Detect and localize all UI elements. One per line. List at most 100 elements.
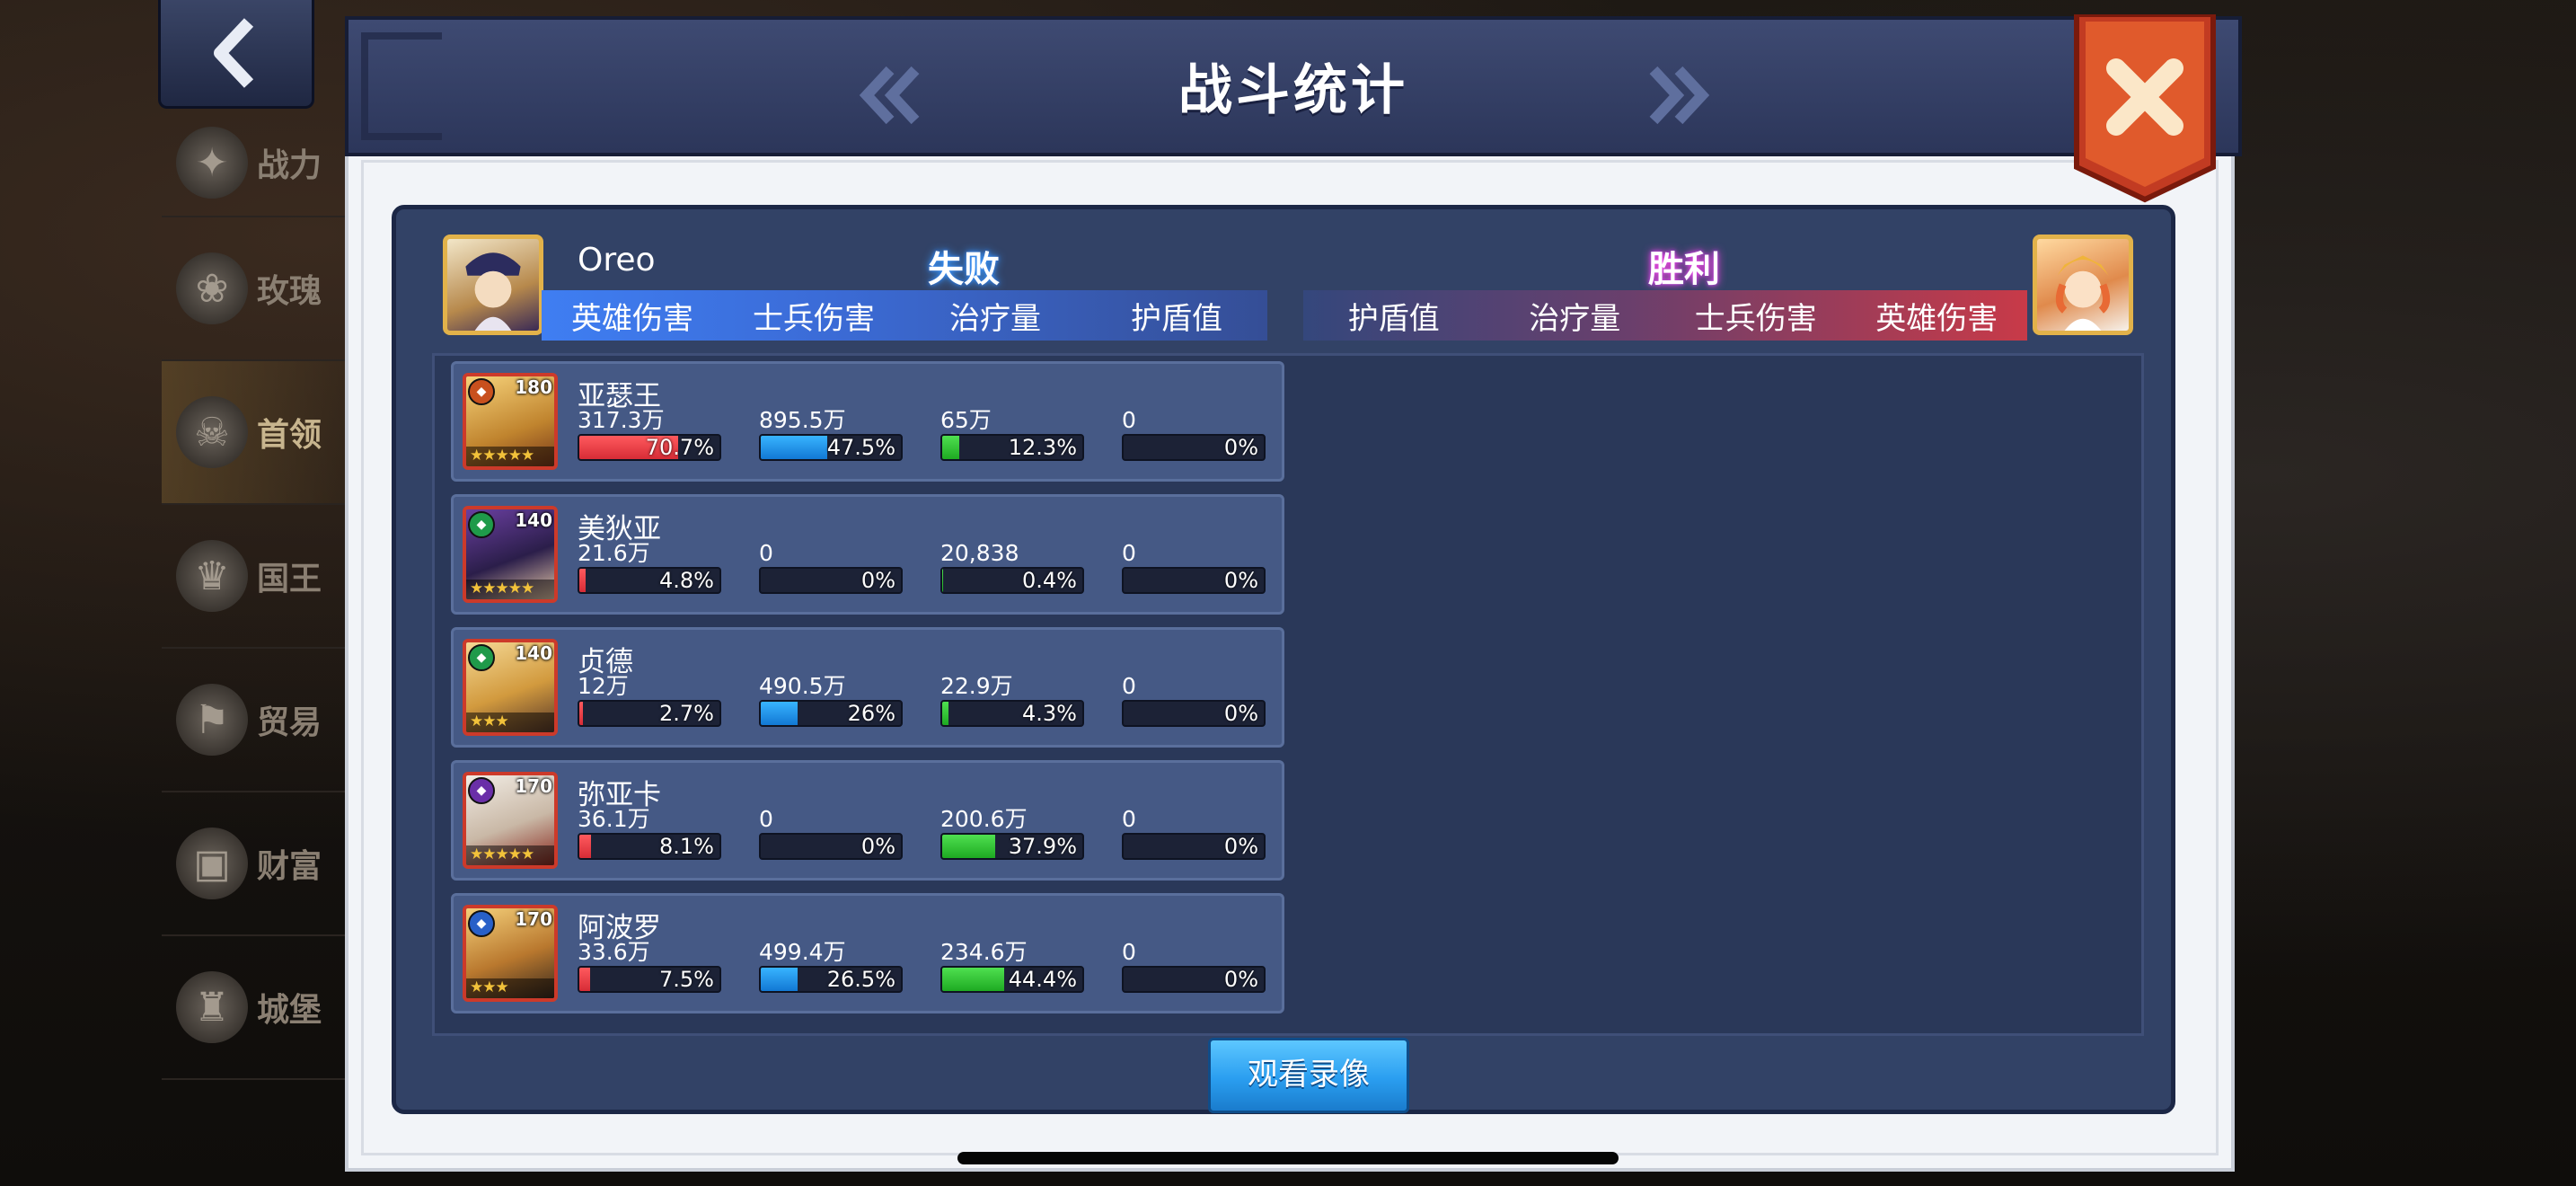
- stat-hero-damage: 21.6万 4.8%: [578, 540, 721, 594]
- stat-bar-fill: [761, 968, 798, 991]
- stat-bar-fill: [579, 569, 587, 592]
- stat-value: 20,838: [940, 540, 1019, 566]
- hero-portrait[interactable]: ◆ 140 ★★★★★: [463, 506, 558, 603]
- watch-replay-button[interactable]: 观看录像: [1208, 1038, 1409, 1113]
- stat-percent: 0%: [1223, 435, 1258, 460]
- hero-level: 140: [515, 509, 552, 531]
- stat-bar-fill: [942, 968, 1005, 991]
- hero-level: 140: [515, 642, 552, 664]
- stat-bar: 0%: [1122, 700, 1266, 727]
- stat-percent: 0.4%: [1022, 568, 1077, 593]
- stat-hero-damage: 36.1万 8.1%: [578, 806, 721, 860]
- star-rating: ★★★★★: [466, 447, 554, 466]
- star-rating: ★★★: [466, 712, 554, 732]
- stat-value: 895.5万: [759, 407, 846, 433]
- stat-troop-damage: 490.5万 26%: [759, 673, 903, 727]
- side-item-rose[interactable]: ❀ 玫瑰: [162, 217, 359, 361]
- hero-portrait[interactable]: ◆ 140 ★★★: [463, 639, 558, 736]
- stat-value: 0: [1122, 407, 1136, 433]
- hero-stats-list: ◆ 180 ★★★★★ 亚瑟王 317.3万 70.7% 895.5万 47.5…: [432, 353, 2144, 1036]
- faction-icon: ◆: [468, 910, 495, 937]
- stat-bar: 12.3%: [940, 434, 1084, 461]
- hero-portrait[interactable]: ◆ 170 ★★★: [463, 905, 558, 1002]
- hero-row[interactable]: ◆ 180 ★★★★★ 亚瑟王 317.3万 70.7% 895.5万 47.5…: [451, 361, 1284, 482]
- stat-bar-fill: [761, 702, 798, 725]
- side-item-boss[interactable]: ☠ 首领: [162, 361, 359, 505]
- stat-bar-fill: [942, 436, 960, 459]
- col-healing: 治疗量: [1529, 300, 1621, 337]
- stat-bar-fill: [761, 436, 828, 459]
- dialog-header: 战斗统计: [345, 16, 2242, 156]
- side-item-power[interactable]: ✦ 战力: [162, 110, 359, 217]
- stat-troop-damage: 0 0%: [759, 806, 903, 860]
- side-item-label: 首领: [257, 417, 322, 454]
- player-avatar-right[interactable]: [2033, 235, 2133, 335]
- stat-bar: 0%: [759, 567, 903, 594]
- stat-bar: 0%: [1122, 966, 1266, 993]
- stat-bar: 0%: [1122, 434, 1266, 461]
- side-item-castle[interactable]: ♜ 城堡: [162, 936, 359, 1080]
- hero-level: 180: [515, 376, 552, 398]
- stat-percent: 8.1%: [659, 834, 714, 859]
- hero-row[interactable]: ◆ 140 ★★★★★ 美狄亚 21.6万 4.8% 0 0% 20,838 0…: [451, 494, 1284, 615]
- stat-bar-fill: [579, 702, 584, 725]
- stat-value: 490.5万: [759, 673, 846, 699]
- back-button[interactable]: [158, 0, 314, 109]
- stat-bar: 47.5%: [759, 434, 903, 461]
- stat-shield: 0 0%: [1122, 673, 1266, 727]
- close-button[interactable]: [2073, 12, 2217, 203]
- side-item-wealth[interactable]: ▣ 财富: [162, 792, 359, 936]
- hero-row[interactable]: ◆ 140 ★★★ 贞德 12万 2.7% 490.5万 26% 22.9万 4…: [451, 627, 1284, 748]
- previous-button[interactable]: [850, 59, 931, 131]
- double-chevron-right-icon: [1649, 66, 1710, 125]
- player-portrait-icon: [465, 252, 521, 331]
- stat-value: 0: [1122, 673, 1136, 699]
- stat-bar: 0.4%: [940, 567, 1084, 594]
- stat-value: 22.9万: [940, 673, 1013, 699]
- player-avatar-left[interactable]: [443, 235, 543, 335]
- side-item-trade[interactable]: ⚑ 贸易: [162, 649, 359, 792]
- stat-percent: 44.4%: [1008, 967, 1077, 992]
- stat-percent: 26.5%: [826, 967, 895, 992]
- stat-value: 21.6万: [578, 540, 650, 566]
- stat-bar: 0%: [1122, 567, 1266, 594]
- hero-portrait[interactable]: ◆ 180 ★★★★★: [463, 373, 558, 470]
- stat-value: 0: [1122, 939, 1136, 965]
- side-item-king[interactable]: ♛ 国王: [162, 505, 359, 649]
- side-menu: ✦ 战力 ❀ 玫瑰 ☠ 首领 ♛ 国王 ⚑ 贸易 ▣ 财富 ♜ 城堡: [162, 110, 359, 1080]
- col-troop-damage: 士兵伤害: [1694, 300, 1817, 337]
- stat-troop-damage: 0 0%: [759, 540, 903, 594]
- stat-shield: 0 0%: [1122, 540, 1266, 594]
- stat-percent: 7.5%: [659, 967, 714, 992]
- rose-icon: ❀: [176, 252, 248, 324]
- stat-value: 234.6万: [940, 939, 1028, 965]
- stat-bar-fill: [942, 569, 943, 592]
- stat-healing: 200.6万 37.9%: [940, 806, 1084, 860]
- side-item-label: 财富: [257, 848, 322, 885]
- stat-bar-fill: [942, 702, 948, 725]
- double-chevron-left-icon: [859, 66, 920, 125]
- faction-icon: ◆: [468, 777, 495, 804]
- hero-row[interactable]: ◆ 170 ★★★ 阿波罗 33.6万 7.5% 499.4万 26.5% 23…: [451, 893, 1284, 1013]
- faction-icon: ◆: [468, 378, 495, 405]
- stat-troop-damage: 895.5万 47.5%: [759, 407, 903, 461]
- hero-row[interactable]: ◆ 170 ★★★★★ 弥亚卡 36.1万 8.1% 0 0% 200.6万 3…: [451, 760, 1284, 881]
- crown-icon: ♛: [176, 540, 248, 612]
- right-team-header: 胜利 护盾值 治疗量 士兵伤害 英雄伤害: [1303, 235, 2133, 350]
- stat-bar: 26.5%: [759, 966, 903, 993]
- stat-bar: 70.7%: [578, 434, 721, 461]
- side-item-label: 玫瑰: [257, 273, 322, 310]
- stat-bar-fill: [579, 835, 591, 858]
- stat-shield: 0 0%: [1122, 407, 1266, 461]
- home-indicator[interactable]: [957, 1152, 1619, 1164]
- stat-bar: 0%: [1122, 833, 1266, 860]
- stat-percent: 0%: [1223, 568, 1258, 593]
- stat-value: 200.6万: [940, 806, 1028, 832]
- stat-percent: 4.8%: [659, 568, 714, 593]
- hero-portrait[interactable]: ◆ 170 ★★★★★: [463, 772, 558, 869]
- stat-shield: 0 0%: [1122, 939, 1266, 993]
- stat-healing: 234.6万 44.4%: [940, 939, 1084, 993]
- player-name: Oreo: [578, 242, 656, 279]
- side-item-label: 国王: [257, 561, 322, 597]
- next-button[interactable]: [1638, 59, 1719, 131]
